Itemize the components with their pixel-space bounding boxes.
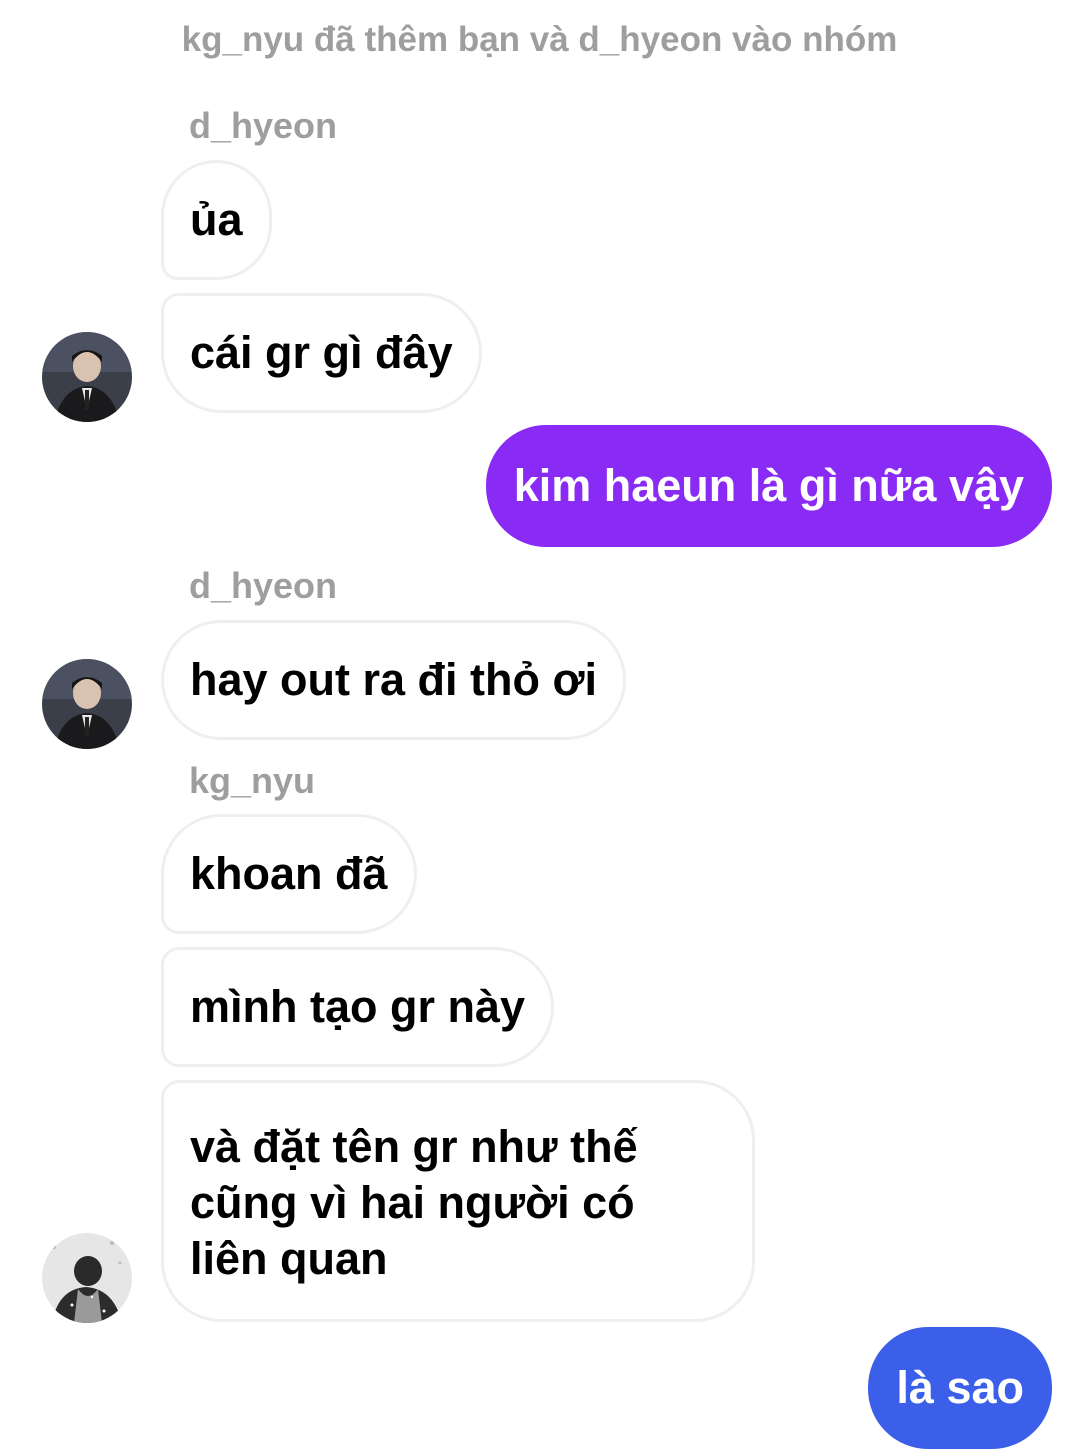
sender-name: d_hyeon: [189, 565, 338, 606]
avatar-image: [42, 332, 132, 422]
incoming-message-bubble[interactable]: và đặt tên gr như thế cũng vì hai người …: [161, 1080, 755, 1322]
system-message: kg_nyu đã thêm bạn và d_hyeon vào nhóm: [181, 20, 898, 59]
incoming-message-bubble[interactable]: cái gr gì đây: [161, 293, 482, 413]
avatar-kg-nyu[interactable]: [42, 1233, 132, 1323]
avatar-d-hyeon[interactable]: [42, 659, 132, 749]
outgoing-message-bubble[interactable]: là sao: [868, 1327, 1052, 1449]
incoming-message-bubble[interactable]: ủa: [161, 160, 272, 280]
avatar-image: [42, 1233, 132, 1323]
sender-name: kg_nyu: [189, 760, 316, 801]
avatar-image: [42, 659, 132, 749]
sender-name: d_hyeon: [189, 105, 338, 146]
avatar-d-hyeon[interactable]: [42, 332, 132, 422]
incoming-message-bubble[interactable]: mình tạo gr này: [161, 947, 555, 1067]
incoming-message-bubble[interactable]: hay out ra đi thỏ ơi: [161, 620, 626, 740]
incoming-message-bubble[interactable]: khoan đã: [161, 814, 417, 934]
outgoing-message-bubble[interactable]: kim haeun là gì nữa vậy: [485, 425, 1052, 547]
